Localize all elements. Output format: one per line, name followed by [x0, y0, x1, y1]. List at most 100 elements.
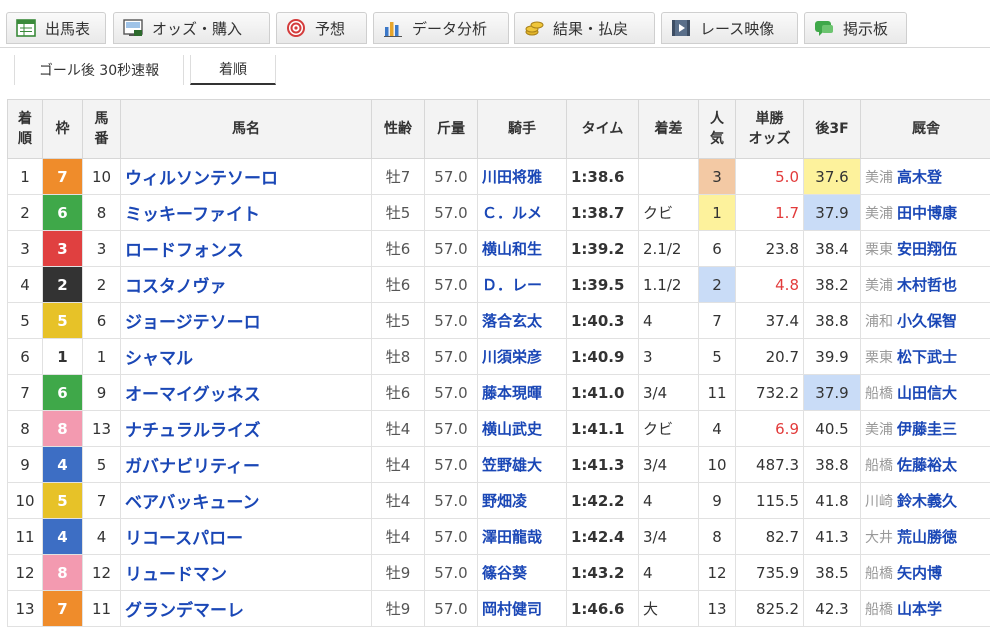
horse-name-link[interactable]: ベアバッキューン [120, 482, 372, 519]
race-nav-tabbar: 出馬表 オッズ・購入 予想 データ分析 結果・払戻 レース映像 掲示板 [0, 0, 990, 48]
jockey-link[interactable]: 川田将雅 [477, 158, 567, 195]
tab-result[interactable]: 結果・払戻 [514, 12, 655, 44]
jockey-link[interactable]: 笠野雄大 [477, 446, 567, 483]
jockey-link[interactable]: 野畑凌 [477, 482, 567, 519]
header-pop: 人気 [698, 99, 736, 159]
waku-cell: 5 [42, 482, 83, 519]
jockey-link[interactable]: 藤本現暉 [477, 374, 567, 411]
sexage-cell: 牡9 [371, 554, 425, 591]
tab-yoso[interactable]: 予想 [276, 12, 367, 44]
horse-name-link[interactable]: リコースパロー [120, 518, 372, 555]
trainer-belong: 大井 [865, 530, 893, 546]
sexage-cell: 牡7 [371, 158, 425, 195]
jockey-link[interactable]: 岡村健司 [477, 590, 567, 627]
horse-name-link[interactable]: ナチュラルライズ [120, 410, 372, 447]
trainer-belong: 川崎 [865, 494, 893, 510]
trainer-cell: 船橋 山本学 [860, 590, 990, 627]
margin-cell: クビ [638, 410, 699, 447]
trainer-link[interactable]: 小久保智 [897, 312, 957, 330]
weight-cell: 57.0 [424, 374, 478, 411]
trainer-link[interactable]: 高木登 [897, 168, 942, 186]
tab-video[interactable]: レース映像 [661, 12, 798, 44]
time-cell: 1:41.1 [566, 410, 639, 447]
win-odds-cell: 487.3 [735, 446, 804, 483]
jockey-link[interactable]: 横山和生 [477, 230, 567, 267]
sexage-cell: 牡4 [371, 446, 425, 483]
trainer-link[interactable]: 矢内博 [897, 564, 942, 582]
trainer-belong: 美浦 [865, 206, 893, 222]
jockey-link[interactable]: 澤田龍哉 [477, 518, 567, 555]
last3f-cell: 38.8 [803, 446, 861, 483]
umaban-cell: 9 [82, 374, 121, 411]
last3f-cell: 41.8 [803, 482, 861, 519]
bar-chart-icon [382, 17, 404, 39]
sexage-cell: 牡5 [371, 302, 425, 339]
last3f-cell: 37.9 [803, 194, 861, 231]
horse-name-link[interactable]: グランデマーレ [120, 590, 372, 627]
waku-cell: 4 [42, 518, 83, 555]
header-weight: 斤量 [424, 99, 478, 159]
subtab-goal-flash[interactable]: ゴール後 30秒速報 [14, 55, 184, 85]
umaban-cell: 5 [82, 446, 121, 483]
weight-cell: 57.0 [424, 338, 478, 375]
jockey-link[interactable]: Ｄ．レー [477, 266, 567, 303]
table-header-row: 着順 枠 馬番 馬名 性齢 斤量 騎手 タイム 着差 人気 単勝 オッズ 後3F … [7, 99, 990, 159]
jockey-link[interactable]: 落合玄太 [477, 302, 567, 339]
jockey-link[interactable]: Ｃ．ルメ [477, 194, 567, 231]
video-play-icon [670, 17, 692, 39]
horse-name-link[interactable]: リュードマン [120, 554, 372, 591]
trainer-cell: 栗東 松下武士 [860, 338, 990, 375]
last3f-cell: 38.8 [803, 302, 861, 339]
win-odds-cell: 20.7 [735, 338, 804, 375]
trainer-link[interactable]: 木村哲也 [897, 276, 957, 294]
jockey-link[interactable]: 横山武史 [477, 410, 567, 447]
trainer-link[interactable]: 安田翔伍 [897, 240, 957, 258]
win-odds-cell: 115.5 [735, 482, 804, 519]
trainer-link[interactable]: 佐藤裕太 [897, 456, 957, 474]
trainer-link[interactable]: 荒山勝徳 [897, 528, 957, 546]
time-cell: 1:39.2 [566, 230, 639, 267]
tab-data[interactable]: データ分析 [373, 12, 509, 44]
popularity-cell: 7 [698, 302, 736, 339]
jockey-link[interactable]: 篠谷葵 [477, 554, 567, 591]
subtab-chakujun[interactable]: 着順 [190, 55, 276, 85]
horse-name-link[interactable]: ミッキーファイト [120, 194, 372, 231]
margin-cell: 4 [638, 482, 699, 519]
weight-cell: 57.0 [424, 554, 478, 591]
tab-shutuba[interactable]: 出馬表 [6, 12, 106, 44]
horse-name-link[interactable]: ロードフォンス [120, 230, 372, 267]
trainer-link[interactable]: 山田信大 [897, 384, 957, 402]
tab-odds[interactable]: オッズ・購入 [113, 12, 270, 44]
waku-cell: 2 [42, 266, 83, 303]
time-cell: 1:38.7 [566, 194, 639, 231]
weight-cell: 57.0 [424, 266, 478, 303]
trainer-link[interactable]: 鈴木義久 [897, 492, 957, 510]
trainer-link[interactable]: 田中博康 [897, 204, 957, 222]
weight-cell: 57.0 [424, 194, 478, 231]
tab-label: オッズ・購入 [152, 19, 243, 38]
rank-cell: 3 [7, 230, 43, 267]
trainer-link[interactable]: 松下武士 [897, 348, 957, 366]
rank-cell: 12 [7, 554, 43, 591]
tab-board[interactable]: 掲示板 [804, 12, 907, 44]
popularity-cell: 10 [698, 446, 736, 483]
jockey-link[interactable]: 川須栄彦 [477, 338, 567, 375]
trainer-belong: 美浦 [865, 278, 893, 294]
trainer-belong: 栗東 [865, 350, 893, 366]
horse-name-link[interactable]: オーマイグッネス [120, 374, 372, 411]
horse-name-link[interactable]: ウィルソンテソーロ [120, 158, 372, 195]
header-trainer: 厩舎 [860, 99, 990, 159]
horse-name-link[interactable]: ガバナビリティー [120, 446, 372, 483]
trainer-link[interactable]: 山本学 [897, 600, 942, 618]
umaban-cell: 8 [82, 194, 121, 231]
margin-cell: 3/4 [638, 518, 699, 555]
rank-cell: 4 [7, 266, 43, 303]
win-odds-cell: 6.9 [735, 410, 804, 447]
horse-name-link[interactable]: コスタノヴァ [120, 266, 372, 303]
sexage-cell: 牡5 [371, 194, 425, 231]
trainer-link[interactable]: 伊藤圭三 [897, 420, 957, 438]
horse-name-link[interactable]: ジョージテソーロ [120, 302, 372, 339]
horse-name-link[interactable]: シャマル [120, 338, 372, 375]
rank-cell: 5 [7, 302, 43, 339]
header-rank-label: 着順 [18, 111, 32, 147]
